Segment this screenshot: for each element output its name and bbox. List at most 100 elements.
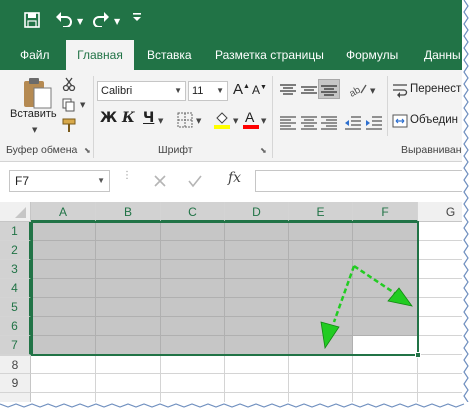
cell-f6[interactable] [353, 317, 418, 336]
cell-e7[interactable] [289, 336, 353, 355]
cell-b1[interactable] [96, 222, 161, 241]
cell-c3[interactable] [161, 260, 225, 279]
column-header-e[interactable]: E [289, 202, 353, 222]
row-header-2[interactable]: 2 [0, 241, 31, 260]
column-header-d[interactable]: D [225, 202, 289, 222]
cell-b3[interactable] [96, 260, 161, 279]
underline-button[interactable]: Ч [143, 110, 154, 126]
cell-a5[interactable] [31, 298, 96, 317]
cell-e8[interactable] [289, 355, 353, 374]
align-middle-icon[interactable] [300, 83, 318, 102]
cell-f7[interactable] [353, 336, 418, 355]
cell-g4[interactable] [418, 279, 466, 298]
row-header-5[interactable]: 5 [0, 298, 31, 317]
copy-icon[interactable] [62, 97, 76, 116]
cell-d4[interactable] [225, 279, 289, 298]
wrap-text-label[interactable]: Перенест [410, 83, 461, 95]
wrap-text-icon[interactable] [392, 82, 408, 102]
tab-data[interactable]: Данны [424, 40, 461, 70]
font-launcher-icon[interactable]: ⬊ [260, 146, 267, 155]
cancel-icon[interactable] [153, 173, 167, 192]
cell-g2[interactable] [418, 241, 466, 260]
cell-e2[interactable] [289, 241, 353, 260]
cell-c1[interactable] [161, 222, 225, 241]
tab-file[interactable]: Файл [20, 40, 50, 70]
cell-d3[interactable] [225, 260, 289, 279]
cell-e3[interactable] [289, 260, 353, 279]
align-center-icon[interactable] [300, 115, 318, 134]
cell-b6[interactable] [96, 317, 161, 336]
bold-button[interactable]: Ж [100, 110, 117, 126]
font-family-select[interactable]: Calibri ▼ [97, 81, 186, 101]
tab-formulas[interactable]: Формулы [346, 40, 398, 70]
redo-icon[interactable] [92, 11, 110, 30]
fill-handle[interactable] [415, 352, 421, 358]
column-header-a[interactable]: A [31, 202, 96, 222]
cell-d2[interactable] [225, 241, 289, 260]
increase-font-icon[interactable]: A▲ [233, 81, 250, 98]
paste-dropdown-icon[interactable]: ▼ [32, 126, 37, 134]
cell-a9[interactable] [31, 374, 96, 393]
cell-b4[interactable] [96, 279, 161, 298]
cell-a8[interactable] [31, 355, 96, 374]
cell-a7[interactable] [31, 336, 96, 355]
undo-icon[interactable] [55, 11, 73, 30]
format-painter-icon[interactable] [62, 118, 78, 138]
cell-e1[interactable] [289, 222, 353, 241]
cell-c8[interactable] [161, 355, 225, 374]
select-all-corner[interactable] [0, 202, 31, 222]
enter-icon[interactable] [188, 173, 202, 192]
align-bottom-icon[interactable] [318, 79, 340, 99]
drag-handle-icon[interactable]: ⋮ [122, 171, 132, 181]
cell-g8[interactable] [418, 355, 466, 374]
formula-input[interactable] [255, 170, 466, 192]
cell-a3[interactable] [31, 260, 96, 279]
cell-d6[interactable] [225, 317, 289, 336]
cell-e5[interactable] [289, 298, 353, 317]
cell-f9[interactable] [353, 374, 418, 393]
cell-d7[interactable] [225, 336, 289, 355]
cell-c7[interactable] [161, 336, 225, 355]
column-header-b[interactable]: B [96, 202, 161, 222]
customize-qat-icon[interactable] [132, 11, 142, 29]
fill-color-dropdown-icon[interactable]: ▼ [233, 117, 238, 125]
borders-icon[interactable] [177, 112, 193, 132]
cell-d8[interactable] [225, 355, 289, 374]
cell-f3[interactable] [353, 260, 418, 279]
row-header-9[interactable]: 9 [0, 374, 31, 393]
cell-d9[interactable] [225, 374, 289, 393]
row-header-7[interactable]: 7 [0, 336, 31, 355]
cell-b7[interactable] [96, 336, 161, 355]
cell-g9[interactable] [418, 374, 466, 393]
name-box[interactable]: F7 ▼ [9, 170, 110, 192]
cell-d1[interactable] [225, 222, 289, 241]
italic-button[interactable]: К [122, 110, 135, 126]
paste-label[interactable]: Вставить [10, 108, 57, 120]
merge-center-label[interactable]: Объедин [410, 114, 458, 126]
cell-c6[interactable] [161, 317, 225, 336]
cell-c5[interactable] [161, 298, 225, 317]
cell-c2[interactable] [161, 241, 225, 260]
cell-e4[interactable] [289, 279, 353, 298]
copy-dropdown-icon[interactable]: ▼ [80, 101, 85, 109]
font-size-select[interactable]: 11 ▼ [188, 81, 228, 101]
column-header-f[interactable]: F [353, 202, 418, 222]
font-color-icon[interactable]: A [242, 109, 260, 134]
cell-a4[interactable] [31, 279, 96, 298]
insert-function-icon[interactable]: fx [228, 170, 241, 186]
cell-f4[interactable] [353, 279, 418, 298]
cell-g6[interactable] [418, 317, 466, 336]
column-header-c[interactable]: C [161, 202, 225, 222]
cell-f1[interactable] [353, 222, 418, 241]
cell-g7[interactable] [418, 336, 466, 355]
cell-g5[interactable] [418, 298, 466, 317]
cell-c4[interactable] [161, 279, 225, 298]
save-icon[interactable] [24, 12, 40, 31]
underline-dropdown-icon[interactable]: ▼ [158, 117, 163, 125]
row-header-3[interactable]: 3 [0, 260, 31, 279]
cell-b8[interactable] [96, 355, 161, 374]
redo-dropdown-icon[interactable]: ▼ [114, 14, 120, 30]
row-header-6[interactable]: 6 [0, 317, 31, 336]
align-top-icon[interactable] [279, 83, 297, 102]
tab-page-layout[interactable]: Разметка страницы [215, 40, 324, 70]
